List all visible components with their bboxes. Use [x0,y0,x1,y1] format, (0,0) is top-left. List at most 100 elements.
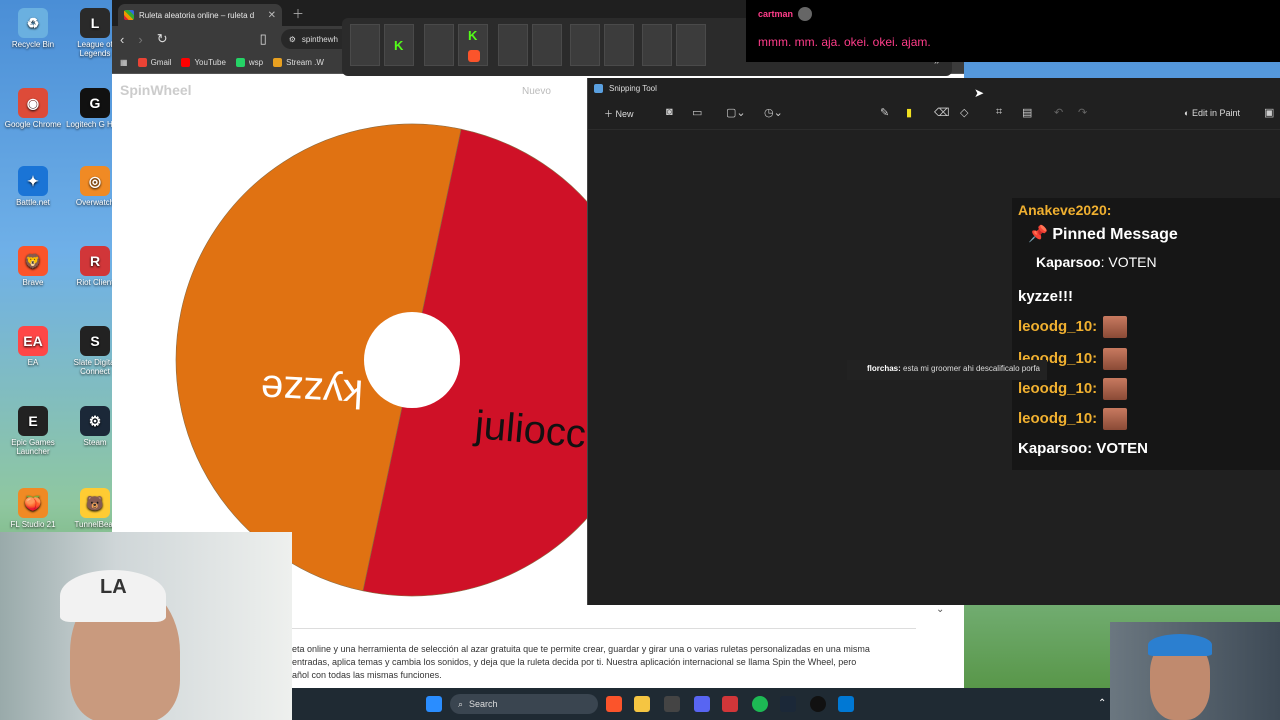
save-icon[interactable]: ▣ [1264,106,1274,119]
window-thumb[interactable] [498,24,528,66]
app-icon[interactable] [664,696,680,712]
mouse-cursor-icon: ➤ [974,86,985,100]
app-icon: ⚙ [80,406,110,436]
app-icon: 🍑 [18,488,48,518]
start-icon[interactable] [426,696,442,712]
window-thumb[interactable] [350,24,380,66]
bookmark-favicon-icon [235,58,245,67]
close-icon[interactable]: ✕ [268,10,276,21]
snip-mode-icon[interactable]: ▢⌄ [726,106,746,119]
kick-icon: K [394,38,404,53]
desktop-icon[interactable]: 🦁 Brave [2,246,64,287]
back-icon[interactable]: ‹ [120,32,124,47]
nav-nuevo[interactable]: Nuevo [522,86,551,97]
desktop-icon-label: Google Chrome [4,120,62,129]
desktop-icon[interactable]: E Epic Games Launcher [2,406,64,456]
window-thumb[interactable] [570,24,600,66]
chevron-up-icon[interactable]: ⌃ [1098,698,1106,709]
overlay-chat-message: florchas: esta mi groomer ahi descalific… [847,360,1047,380]
chat-username: Kaparsoo: VOTEN [1018,440,1149,457]
chat-line: Kaparsoo: VOTEN [1018,440,1148,457]
desktop-icon[interactable]: ♻ Recycle Bin [2,8,64,49]
emote-icon [1103,348,1128,370]
camera-icon[interactable]: ◙ [666,106,673,118]
window-thumb[interactable] [532,24,562,66]
browser-tab[interactable]: Ruleta aleatoria online – ruleta d ✕ [118,4,282,26]
wheel-segment-label: kyzze [260,366,364,415]
window-thumb[interactable] [424,24,454,66]
desktop-icon[interactable]: 🍑 FL Studio 21 [2,488,64,529]
eraser-icon[interactable]: ⌫ [934,106,950,119]
apps-icon[interactable]: ▦ [120,58,128,67]
cap [1148,634,1212,656]
top-chat-overlay: cartman mmm. mm. aja. okei. okei. ajam. [746,0,1280,62]
desktop-icon-label: FL Studio 21 [10,520,56,529]
steam-icon[interactable] [780,696,796,712]
chat-username: Anakeve2020: [1018,202,1112,218]
bookmark-item[interactable]: Gmail [137,58,172,67]
chat-username: Kaparsoo [1036,254,1101,270]
bookmark-label: Stream .W [286,58,324,67]
chat-username: leoodg_10: [1018,409,1098,427]
chat-message: mmm. mm. aja. okei. okei. ajam. [758,35,931,49]
timer-icon[interactable]: ◷⌄ [764,106,783,119]
window-title: Snipping Tool [609,83,657,93]
desktop-icon-label: Epic Games Launcher [11,438,55,456]
undo-icon[interactable]: ↶ [1054,106,1063,119]
crop-icon[interactable]: ⌗ [996,106,1002,119]
text-actions-icon[interactable]: ▤ [1022,106,1032,119]
chat-username: florchas: [867,364,901,373]
app-icon: G [80,88,110,118]
spinwheel-favicon-icon [124,10,134,20]
new-tab-icon[interactable]: ＋ [292,5,304,22]
brave-icon[interactable] [606,696,622,712]
discord-icon[interactable] [694,696,710,712]
bookmark-label: Gmail [150,58,172,67]
wheel-center[interactable] [364,312,460,408]
url-text: spinthewh [301,34,338,44]
highlighter-icon[interactable]: ▮ [906,106,912,119]
site-info-icon[interactable]: ⚙ [289,35,296,44]
site-logo[interactable]: SpinWheel [120,82,192,98]
bookmark-favicon-icon [137,58,147,67]
avatar [798,7,812,21]
chevron-down-icon[interactable]: ⌄ [936,604,944,615]
search-box[interactable]: ⌕ Search [450,694,598,714]
shapes-icon[interactable]: ◇ [960,106,968,119]
snipping-toolbar: ＋ New ◙ ▭ ▢⌄ ◷⌄ ✎ ▮ ⌫ ◇ ⌗ ▤ ↶ ↷ ◐ Edit i… [588,98,1280,130]
webcam-second-streamer [1110,622,1280,720]
chat-username: leoodg_10: [1018,317,1098,335]
app-icon[interactable] [810,696,826,712]
window-thumb[interactable] [604,24,634,66]
redo-icon[interactable]: ↷ [1078,106,1087,119]
folder-icon[interactable] [634,696,650,712]
reload-icon[interactable]: ↻ [157,31,168,47]
forward-icon[interactable]: › [138,32,142,47]
bookmark-label: YouTube [194,58,226,67]
new-button[interactable]: ＋ New [604,107,634,120]
bookmark-icon[interactable]: ▯ [260,31,267,47]
app-icon: ✦ [18,166,48,196]
tab-title: Ruleta aleatoria online – ruleta d [139,10,255,20]
window-thumb[interactable] [676,24,706,66]
chat-username: cartman [758,9,794,19]
window-thumb[interactable] [642,24,672,66]
desktop-icon[interactable]: ◉ Google Chrome [2,88,64,129]
chat-username: leoodg_10: [1018,379,1098,397]
spotify-icon[interactable] [752,696,768,712]
pen-icon[interactable]: ✎ [880,106,889,119]
bookmark-favicon-icon [273,58,283,67]
chat-line: leoodg_10: [1018,378,1128,400]
edit-in-paint-button[interactable]: ◐ Edit in Paint [1184,108,1240,118]
desktop-icon[interactable]: ✦ Battle.net [2,166,64,207]
bookmark-item[interactable]: wsp [235,58,263,67]
app-icon[interactable] [722,696,738,712]
chat-message: esta mi groomer ahi descalificalo porfa [903,364,1040,373]
wheel[interactable]: kyzzejuliocc [172,120,652,600]
video-icon[interactable]: ▭ [692,106,702,119]
desktop-icon[interactable]: EA EA [2,326,64,367]
snipping-tool-icon[interactable] [838,696,854,712]
bookmark-item[interactable]: YouTube [181,58,226,67]
bookmark-item[interactable]: Stream .W [273,58,324,67]
chat-username: kyzze!!! [1018,288,1074,305]
